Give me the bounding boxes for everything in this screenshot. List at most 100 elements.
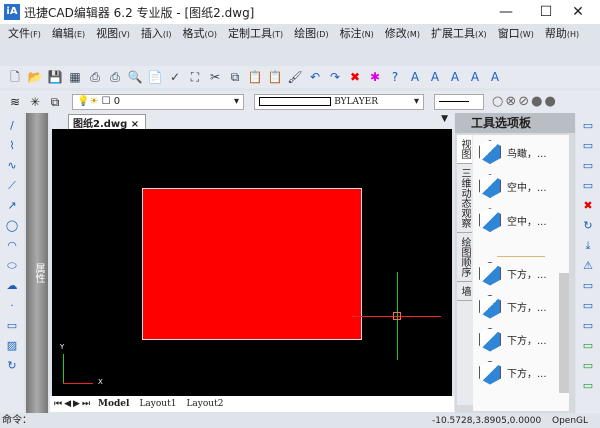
palette-item[interactable]: 下方，... <box>473 323 569 356</box>
palette-item[interactable]: 下方，... <box>473 290 569 323</box>
doc-tab[interactable]: 图纸2.dwg × <box>68 114 146 130</box>
revcloud-icon[interactable]: ☁ <box>3 277 21 295</box>
move-icon[interactable]: ⤓ <box>579 237 597 255</box>
drawing-canvas[interactable]: Y X <box>52 129 452 396</box>
spellcheck-icon[interactable]: ✓ <box>166 68 184 86</box>
palette-item[interactable]: 下方，... <box>473 257 569 290</box>
menu-item[interactable]: 视图(V) <box>96 24 130 44</box>
menu-item[interactable]: 文件(F) <box>8 24 41 44</box>
undo-icon[interactable]: ↶ <box>306 68 324 86</box>
palette-tab[interactable]: 墙 <box>457 282 472 301</box>
print-icon[interactable]: ⎙ <box>106 68 124 86</box>
rotate-icon[interactable]: ↻ <box>579 217 597 235</box>
xline-icon[interactable]: ↗ <box>3 197 21 215</box>
text-small-icon[interactable]: A <box>426 68 444 86</box>
help-icon[interactable]: ? <box>386 68 404 86</box>
tabs-dropdown-icon[interactable]: ▼ <box>441 114 448 124</box>
menu-item[interactable]: 编辑(E) <box>52 24 85 44</box>
print-preview-icon[interactable]: ⎙ <box>86 68 104 86</box>
group-icon[interactable]: ▭ <box>579 317 597 335</box>
redo-icon[interactable]: ↷ <box>326 68 344 86</box>
arc-line-icon[interactable]: ∿ <box>3 157 21 175</box>
delete-icon[interactable]: ✖ <box>346 68 364 86</box>
paste-special-icon[interactable]: 📋 <box>266 68 284 86</box>
copy-icon[interactable]: ⧉ <box>226 68 244 86</box>
layer-state-icon[interactable]: ✳ <box>26 93 44 111</box>
open-icon[interactable]: 📂 <box>26 68 44 86</box>
array-icon[interactable]: ▭ <box>579 137 597 155</box>
purge-icon[interactable]: ✱ <box>366 68 384 86</box>
table-icon[interactable]: ▦ <box>66 68 84 86</box>
palette-item[interactable]: 鸟瞰，... <box>473 135 569 169</box>
layout-tabs: ⏮◀▶⏭ Model Layout1 Layout2 <box>50 396 454 412</box>
lineweight-select[interactable] <box>434 94 484 110</box>
preview-icon[interactable]: 🔍 <box>126 68 144 86</box>
menu-item[interactable]: 格式(O) <box>182 24 217 44</box>
menu-item[interactable]: 插入(I) <box>141 24 172 44</box>
circle-icon[interactable]: ◯ <box>3 217 21 235</box>
menu-key: (T) <box>272 30 284 39</box>
save-icon[interactable]: 💾 <box>46 68 64 86</box>
red-rectangle[interactable] <box>142 188 362 340</box>
regen-icon[interactable]: ↻ <box>3 357 21 375</box>
menu-item[interactable]: 扩展工具(X) <box>431 24 487 44</box>
palette-tab[interactable]: 三维动态观察 <box>457 164 472 233</box>
text-icon[interactable]: A <box>406 68 424 86</box>
paste-icon[interactable]: 📋 <box>246 68 264 86</box>
tab-layout1[interactable]: Layout1 <box>139 399 176 409</box>
menu-label: 绘图 <box>294 27 317 40</box>
shading-icons[interactable]: ○⊗⊘●● <box>492 94 558 109</box>
render-mode[interactable]: OpenGL <box>552 414 588 428</box>
stretch-icon[interactable]: ▭ <box>579 277 597 295</box>
layer-select[interactable]: 💡☀ ☐ 0 ▾ <box>72 94 244 110</box>
menu-item[interactable]: 绘图(D) <box>294 24 328 44</box>
menu-label: 帮助 <box>544 27 567 40</box>
new-icon[interactable]: 🗋 <box>6 68 24 86</box>
menu-item[interactable]: 标注(N) <box>340 24 374 44</box>
layer-manager-icon[interactable]: ≋ <box>6 93 24 111</box>
insert-icon[interactable]: ▭ <box>579 357 597 375</box>
palette-tab[interactable]: 视图 <box>457 135 472 164</box>
menu-item[interactable]: 定制工具(T) <box>228 24 283 44</box>
text-style-icon[interactable]: A <box>466 68 484 86</box>
tab-nav-buttons[interactable]: ⏮◀▶⏭ <box>54 399 92 409</box>
menu-item[interactable]: 帮助(H) <box>545 24 579 44</box>
scale-icon[interactable]: ▭ <box>579 297 597 315</box>
palette-item[interactable]: 空中，... <box>473 203 569 237</box>
spline-icon[interactable]: ⟋ <box>3 177 21 195</box>
arc-icon[interactable]: ◠ <box>3 237 21 255</box>
point-icon[interactable]: · <box>3 297 21 315</box>
properties-panel-strip[interactable]: 属性 <box>26 113 48 413</box>
linetype-select[interactable]: BYLAYER ▾ <box>254 94 424 110</box>
match-properties-icon[interactable]: 🖌 <box>286 68 304 86</box>
copy-icon[interactable]: ▭ <box>579 117 597 135</box>
find-icon[interactable]: ⛶ <box>186 68 204 86</box>
palette-scrollbar[interactable] <box>559 273 569 393</box>
tab-layout2[interactable]: Layout2 <box>186 399 223 409</box>
select-icon[interactable]: ▭ <box>579 177 597 195</box>
ellipse-icon[interactable]: ⬭ <box>3 257 21 275</box>
rectangle-icon[interactable]: ▭ <box>3 317 21 335</box>
offset-icon[interactable]: ▭ <box>579 157 597 175</box>
trim-icon[interactable]: ▭ <box>579 377 597 395</box>
text-find-icon[interactable]: A <box>486 68 504 86</box>
polyline-icon[interactable]: ⌇ <box>3 137 21 155</box>
menu-item[interactable]: 修改(M) <box>385 24 420 44</box>
block-icon[interactable]: ▭ <box>579 337 597 355</box>
text-edit-icon[interactable]: A <box>446 68 464 86</box>
tab-model[interactable]: Model <box>98 399 129 409</box>
hatch-icon[interactable]: ▨ <box>3 337 21 355</box>
minimize-button[interactable]: — <box>484 0 528 24</box>
palette-tab[interactable]: 绘图顺序 <box>457 233 472 282</box>
line-icon[interactable]: / <box>3 117 21 135</box>
cut-icon[interactable]: ✂ <box>206 68 224 86</box>
menu-item[interactable]: 窗口(W) <box>498 24 534 44</box>
palette-item[interactable]: 下方，... <box>473 356 569 389</box>
command-prompt[interactable]: 命令： <box>2 414 32 428</box>
erase-icon[interactable]: ✖ <box>579 197 597 215</box>
publish-icon[interactable]: 📄 <box>146 68 164 86</box>
close-button[interactable]: ✕ <box>556 0 600 24</box>
palette-item[interactable]: 空中，... <box>473 169 569 203</box>
layer-previous-icon[interactable]: ⧉ <box>46 93 64 111</box>
mirror-icon[interactable]: ⚠ <box>579 257 597 275</box>
